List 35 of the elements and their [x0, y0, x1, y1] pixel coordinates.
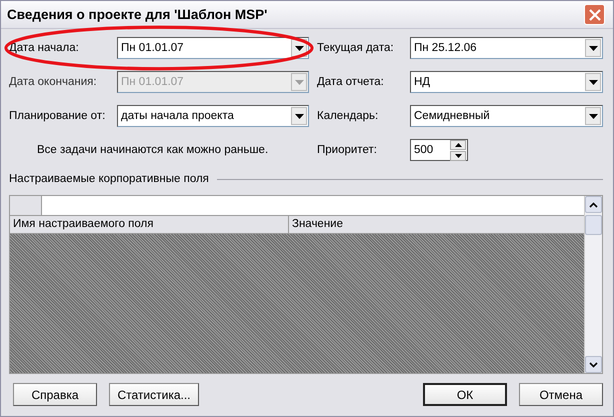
dropdown-arrow-icon[interactable]	[588, 46, 598, 50]
scrollbar[interactable]	[584, 196, 602, 373]
dialog-button[interactable]: Справка	[13, 383, 97, 406]
dropdown-field[interactable]: Пн 25.12.06	[410, 37, 603, 59]
dropdown-field[interactable]: Семидневный	[410, 105, 603, 127]
dialog-button[interactable]: Отмена	[519, 383, 603, 406]
scroll-up-icon[interactable]	[589, 202, 598, 208]
close-icon	[588, 8, 600, 20]
dropdown-arrow-icon[interactable]	[294, 114, 304, 118]
field-label: Дата отчета:	[317, 76, 385, 88]
group-title: Настраиваемые корпоративные поля	[9, 173, 209, 185]
field-label: Текущая дата:	[317, 42, 395, 54]
field-label: Планирование от:	[9, 110, 106, 122]
dropdown-arrow-icon[interactable]	[588, 80, 598, 84]
dialog-button[interactable]: Статистика...	[109, 383, 199, 406]
dropdown-arrow-icon[interactable]	[294, 46, 304, 50]
field-label: Дата начала:	[9, 42, 80, 54]
dropdown-arrow-icon[interactable]	[588, 114, 598, 118]
field-label: Дата окончания:	[9, 76, 98, 88]
dialog-button[interactable]: ОК	[423, 383, 507, 406]
spin-field[interactable]: 500	[410, 139, 468, 161]
hint-text: Все задачи начинаются как можно раньше.	[37, 144, 268, 156]
close-button[interactable]	[584, 4, 605, 25]
field-label: Приоритет:	[317, 144, 378, 156]
spin-down-icon[interactable]	[454, 154, 462, 158]
scroll-thumb[interactable]	[585, 215, 602, 235]
window-title: Сведения о проекте для 'Шаблон MSP'	[7, 7, 268, 22]
spin-up-icon[interactable]	[454, 142, 462, 146]
dropdown-field[interactable]: НД	[410, 71, 603, 93]
field-label: Календарь:	[317, 110, 380, 122]
column-header[interactable]: Значение	[289, 216, 584, 233]
dropdown-field[interactable]: Пн 01.01.07	[117, 37, 309, 59]
column-header[interactable]: Имя настраиваемого поля	[10, 216, 289, 233]
dropdown-field[interactable]: даты начала проекта	[117, 105, 309, 127]
scroll-down-icon[interactable]	[589, 362, 598, 368]
